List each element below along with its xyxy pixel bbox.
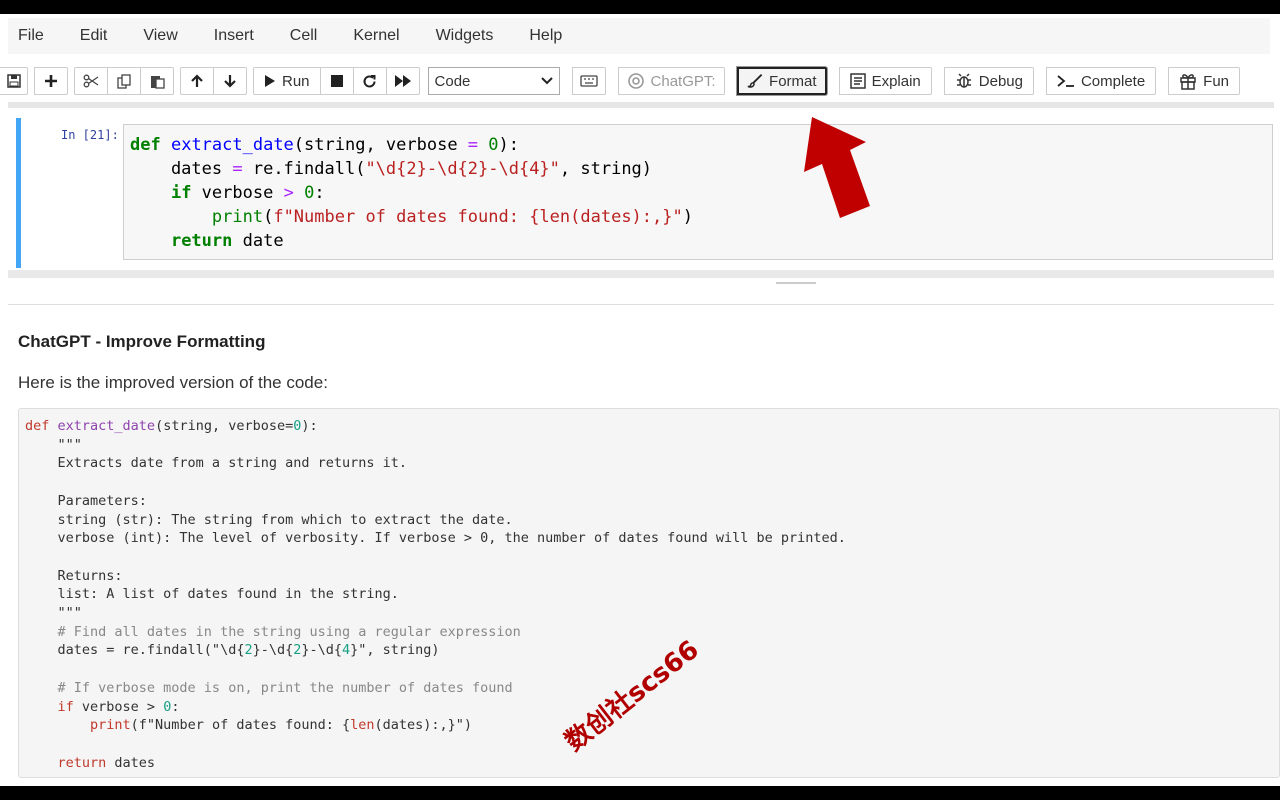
- response-code-block: def extract_date(string, verbose=0): """…: [18, 408, 1280, 778]
- explain-button[interactable]: Explain: [838, 67, 932, 95]
- chatgpt-logo-icon: [627, 73, 644, 89]
- command-palette-button[interactable]: [571, 67, 606, 95]
- complete-label: Complete: [1080, 72, 1146, 90]
- resize-handle[interactable]: [776, 282, 816, 284]
- arrow-down-icon: [224, 75, 236, 88]
- gift-icon: [1180, 74, 1196, 90]
- run-label: Run: [282, 72, 310, 90]
- paintbrush-icon: [747, 73, 762, 88]
- run-button[interactable]: Run: [253, 67, 321, 95]
- menu-help[interactable]: Help: [519, 27, 572, 45]
- interrupt-button[interactable]: [319, 67, 354, 95]
- paste-button[interactable]: [140, 67, 174, 95]
- cell-type-select[interactable]: Code: [427, 67, 560, 95]
- play-icon: [265, 75, 275, 87]
- document-icon: [849, 73, 866, 89]
- explain-label: Explain: [871, 72, 921, 90]
- code-editor[interactable]: def extract_date(string, verbose = 0): d…: [123, 124, 1273, 260]
- chatgpt-label-button: ChatGPT:: [617, 67, 725, 95]
- menu-file[interactable]: File: [8, 27, 54, 45]
- format-button[interactable]: Format: [736, 67, 827, 95]
- copy-button[interactable]: [107, 67, 141, 95]
- run-all-button[interactable]: [385, 67, 420, 95]
- response-title: ChatGPT - Improve Formatting: [18, 332, 266, 351]
- copy-icon: [116, 73, 131, 89]
- cell-code[interactable]: def extract_date(string, verbose = 0): d…: [124, 125, 1272, 253]
- cut-button[interactable]: [74, 67, 108, 95]
- menu-insert[interactable]: Insert: [204, 27, 264, 45]
- code-cell[interactable]: In [21]: def extract_date(string, verbos…: [16, 118, 1279, 268]
- toolbar-divider: [8, 102, 1274, 108]
- format-label: Format: [769, 72, 817, 90]
- toolbar: Run Code ChatGPT: Format Explain Debug C…: [0, 62, 1280, 100]
- move-down-button[interactable]: [213, 67, 247, 95]
- chatgpt-label: ChatGPT:: [650, 72, 716, 90]
- keyboard-icon: [579, 75, 598, 87]
- menu-bar: File Edit View Insert Cell Kernel Widget…: [8, 18, 1270, 54]
- plus-icon: [45, 75, 57, 87]
- separator: [8, 304, 1274, 305]
- restart-button[interactable]: [352, 67, 387, 95]
- save-icon: [6, 74, 21, 88]
- debug-button[interactable]: Debug: [943, 67, 1034, 95]
- response-code: def extract_date(string, verbose=0): """…: [25, 418, 846, 771]
- menu-cell[interactable]: Cell: [280, 27, 328, 45]
- move-up-button[interactable]: [180, 67, 214, 95]
- complete-button[interactable]: Complete: [1045, 67, 1157, 95]
- jupyter-notebook-window: File Edit View Insert Cell Kernel Widget…: [0, 14, 1280, 786]
- menu-view[interactable]: View: [133, 27, 187, 45]
- menu-edit[interactable]: Edit: [70, 27, 118, 45]
- debug-label: Debug: [978, 72, 1023, 90]
- cell-type-value: Code: [434, 72, 471, 90]
- menu-widgets[interactable]: Widgets: [426, 27, 504, 45]
- menu-kernel[interactable]: Kernel: [343, 27, 409, 45]
- insert-cell-button[interactable]: [34, 67, 68, 95]
- fun-button[interactable]: Fun: [1168, 67, 1241, 95]
- arrow-up-icon: [191, 74, 203, 87]
- cell-prompt: In [21]:: [61, 128, 119, 142]
- fast-forward-icon: [394, 75, 411, 87]
- response-intro: Here is the improved version of the code…: [18, 373, 328, 392]
- save-button[interactable]: [0, 67, 28, 95]
- fun-label: Fun: [1203, 72, 1230, 90]
- stop-icon: [330, 75, 343, 87]
- cell-scroll-area: [8, 270, 1274, 278]
- terminal-icon: [1057, 75, 1074, 87]
- refresh-icon: [363, 74, 376, 87]
- paste-icon: [150, 75, 165, 89]
- chevron-down-icon: [540, 77, 553, 85]
- scissors-icon: [83, 74, 99, 88]
- bug-icon: [956, 73, 971, 88]
- red-arrow-annotation: [804, 117, 870, 218]
